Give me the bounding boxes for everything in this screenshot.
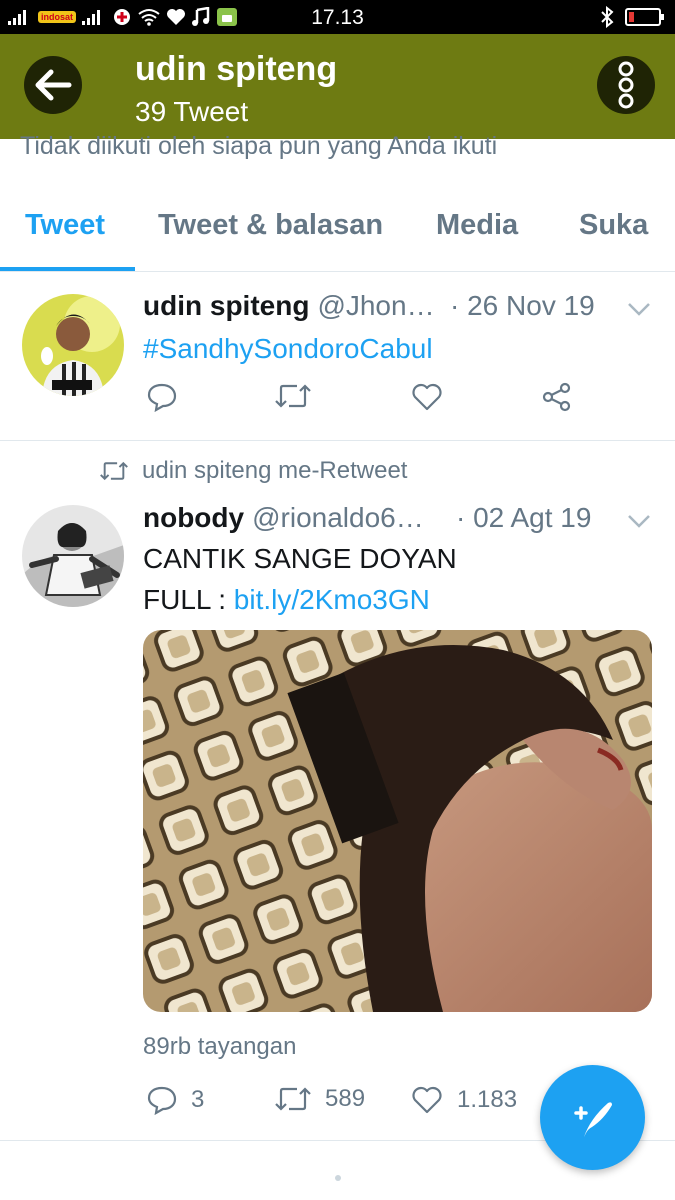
more-options-button[interactable] xyxy=(597,56,655,114)
retweet-context-label[interactable]: udin spiteng me-Retweet xyxy=(142,457,407,485)
bluetooth-icon xyxy=(601,6,614,28)
reply-icon xyxy=(147,1086,177,1115)
profile-tabs: Tweet Tweet & balasan Media Suka xyxy=(0,185,675,272)
retweet-small-icon xyxy=(100,461,128,481)
scroll-indicator xyxy=(335,1175,341,1181)
status-bar: indosat 17.13 xyxy=(0,0,675,34)
compose-tweet-icon xyxy=(573,1101,612,1137)
tweet-text: CANTIK SANGE DOYAN FULL : bit.ly/2Kmo3GN xyxy=(143,538,457,620)
hashtag-link[interactable]: #SandhySondoroCabul xyxy=(143,333,433,364)
tweet-link[interactable]: bit.ly/2Kmo3GN xyxy=(234,584,430,615)
like-button[interactable]: 1.183 xyxy=(411,1085,517,1115)
profile-name: udin spiteng xyxy=(135,50,338,88)
tweet-divider xyxy=(0,440,675,441)
retweet-button[interactable]: 589 xyxy=(275,1085,365,1113)
tweet-text-prefix: FULL : xyxy=(143,584,234,615)
tab-tweet-replies[interactable]: Tweet & balasan xyxy=(158,209,383,242)
reply-button[interactable]: 3 xyxy=(147,1085,204,1115)
back-button[interactable] xyxy=(24,56,82,114)
retweet-button[interactable] xyxy=(275,382,311,410)
tab-tweet[interactable]: Tweet xyxy=(25,209,105,242)
tweet-text: #SandhySondoroCabul xyxy=(143,328,433,369)
tweet-author-name[interactable]: nobody xyxy=(143,502,244,534)
tweet-author-name[interactable]: udin spiteng xyxy=(143,290,309,322)
compose-tweet-button[interactable] xyxy=(540,1065,645,1170)
active-tab-indicator xyxy=(0,267,135,271)
tweet-media-image[interactable] xyxy=(143,630,652,1012)
tweet-item[interactable]: udin spiteng @Jhon… · 26 Nov 19 #SandhyS… xyxy=(0,272,675,440)
tweet-header: udin spiteng @Jhon… xyxy=(143,290,435,322)
reply-icon xyxy=(147,383,177,412)
share-icon xyxy=(542,382,571,412)
profile-app-bar: udin spiteng 39 Tweet xyxy=(0,34,675,139)
tab-media[interactable]: Media xyxy=(436,209,518,242)
avatar-image xyxy=(22,505,124,607)
status-right-icons xyxy=(599,4,665,30)
tweet-date: · 02 Agt 19 xyxy=(456,502,592,533)
avatar[interactable] xyxy=(22,294,124,396)
like-count: 1.183 xyxy=(457,1086,518,1113)
tweet-date: · 26 Nov 19 xyxy=(450,290,595,321)
chevron-down-icon[interactable] xyxy=(627,514,651,528)
tab-likes[interactable]: Suka xyxy=(579,209,648,242)
tweet-text-line: CANTIK SANGE DOYAN xyxy=(143,543,457,574)
tweet-text-line: FULL : bit.ly/2Kmo3GN xyxy=(143,579,457,620)
retweet-count: 589 xyxy=(325,1085,366,1112)
reply-button[interactable] xyxy=(147,382,177,412)
avatar-image xyxy=(22,294,124,396)
tweet-author-handle: @rionaldo6… xyxy=(252,502,424,533)
back-arrow-icon xyxy=(35,69,72,101)
like-icon xyxy=(412,383,442,411)
battery-icon xyxy=(625,8,664,26)
chevron-down-icon[interactable] xyxy=(627,302,651,316)
tweet-header: nobody @rionaldo6… xyxy=(143,502,424,534)
tweet-count: 39 Tweet xyxy=(135,96,249,127)
like-icon xyxy=(412,1086,442,1114)
more-vertical-icon xyxy=(618,61,634,109)
view-count: 89rb tayangan xyxy=(143,1033,297,1060)
status-time: 17.13 xyxy=(311,6,364,29)
media-photo xyxy=(143,630,652,1012)
like-button[interactable] xyxy=(411,382,443,412)
retweet-icon xyxy=(275,1087,311,1111)
tweet-author-handle: @Jhon… xyxy=(317,290,435,321)
tweet-actions xyxy=(143,382,643,422)
avatar[interactable] xyxy=(22,505,124,607)
follow-info-text: Tidak diikuti oleh siapa pun yang Anda i… xyxy=(20,132,498,160)
retweet-icon xyxy=(275,384,311,408)
reply-count: 3 xyxy=(191,1086,205,1113)
share-button[interactable] xyxy=(541,382,573,412)
retweet-context: udin spiteng me-Retweet xyxy=(100,457,407,485)
